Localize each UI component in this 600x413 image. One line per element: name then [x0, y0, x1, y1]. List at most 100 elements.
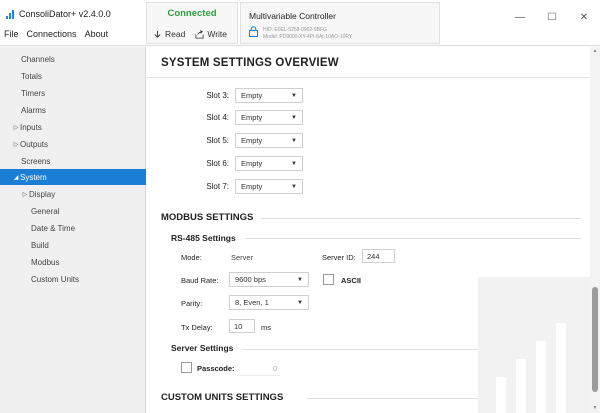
sidebar-item-label: Totals	[21, 71, 42, 81]
slot-3-select[interactable]: Empty ▼	[235, 88, 303, 103]
expand-caret-icon[interactable]: ▷	[12, 124, 20, 131]
custom-units-section-title: CUSTOM UNITS SETTINGS	[161, 392, 284, 403]
maximize-button[interactable]: ☐	[544, 12, 560, 23]
slot-value: Empty	[241, 136, 263, 145]
menu-file[interactable]: File	[4, 29, 19, 39]
sidebar-item-label: Build	[31, 240, 49, 250]
device-panel: Multivariable Controller HID: E0EL-5258-…	[240, 2, 440, 44]
modbus-section-title: MODBUS SETTINGS	[161, 212, 254, 223]
mode-label: Mode:	[181, 253, 202, 262]
chevron-down-icon: ▼	[291, 184, 297, 190]
rs485-title: RS-485 Settings	[171, 233, 236, 243]
slot-7-select[interactable]: Empty ▼	[235, 179, 303, 194]
device-hid: HID: E0EL-5258-0902-9BFG	[263, 27, 327, 33]
chevron-down-icon: ▼	[297, 277, 303, 283]
sidebar-item-outputs[interactable]: ▷ Outputs	[0, 136, 146, 152]
sidebar-item-label: Alarms	[21, 105, 46, 115]
slot-label: Slot 5:	[206, 136, 229, 145]
sidebar-item-totals[interactable]: Totals	[0, 68, 146, 84]
sidebar-item-label: System	[20, 172, 47, 182]
minimize-button[interactable]: —	[512, 12, 528, 23]
sidebar-item-build[interactable]: Build	[0, 237, 146, 253]
baud-rate-select[interactable]: 9600 bps ▼	[229, 272, 309, 287]
slot-value: Empty	[241, 113, 263, 122]
app-title-text: ConsoliDator+ v2.4.0.0	[19, 9, 111, 19]
passcode-checkbox[interactable]	[181, 362, 192, 373]
mode-value: Server	[231, 253, 254, 262]
sidebar-item-general[interactable]: General	[0, 203, 146, 219]
tx-delay-field[interactable]: 10	[229, 319, 255, 333]
sidebar-item-inputs[interactable]: ▷ Inputs	[0, 119, 146, 135]
connection-panel: Connected Read Write	[146, 2, 238, 44]
sidebar-item-label: Date & Time	[31, 223, 76, 233]
sidebar-item-custom-units[interactable]: Custom Units	[0, 271, 146, 287]
server-id-label: Server ID:	[322, 253, 356, 262]
slot-value: Empty	[241, 91, 263, 100]
device-model: Model: PD9000-XY-4PI-8AI-10AO-10RY	[263, 34, 353, 40]
expand-caret-icon[interactable]: ▷	[21, 191, 29, 198]
menu-connections[interactable]: Connections	[27, 29, 77, 39]
write-label: Write	[207, 29, 228, 39]
sidebar-item-timers[interactable]: Timers	[0, 85, 146, 101]
chevron-down-icon: ▼	[297, 300, 303, 306]
read-button[interactable]: Read	[153, 29, 185, 39]
sidebar-item-system[interactable]: ◢ System	[0, 169, 146, 185]
read-label: Read	[165, 29, 186, 39]
scroll-thumb[interactable]	[592, 287, 598, 392]
app-info: ConsoliDator+ v2.4.0.0 File Connections …	[0, 0, 145, 46]
title-divider	[147, 77, 590, 78]
sidebar-item-label: Channels	[21, 54, 55, 64]
expand-caret-icon[interactable]: ▷	[12, 141, 20, 148]
ascii-label: ASCII	[341, 276, 362, 285]
scroll-up-arrow-icon[interactable]: ▲	[590, 48, 600, 54]
sidebar-item-label: Outputs	[20, 139, 49, 149]
sidebar-item-label: General	[31, 206, 60, 216]
sidebar-item-label: Display	[29, 189, 56, 199]
chevron-down-icon: ▼	[291, 138, 297, 144]
top-bar: ConsoliDator+ v2.4.0.0 File Connections …	[0, 0, 600, 46]
sidebar-item-modbus[interactable]: Modbus	[0, 254, 146, 270]
sidebar: Channels Totals Timers Alarms ▷ Inputs ▷ O…	[0, 47, 146, 413]
sidebar-item-alarms[interactable]: Alarms	[0, 102, 146, 118]
sidebar-item-label: Inputs	[20, 122, 42, 132]
parity-label: Parity:	[181, 299, 203, 308]
upload-share-icon	[195, 29, 204, 39]
menu-about[interactable]: About	[85, 29, 109, 39]
sidebar-item-label: Modbus	[31, 257, 60, 267]
slot-5-select[interactable]: Empty ▼	[235, 133, 303, 148]
slot-label: Slot 4:	[206, 113, 229, 122]
sidebar-item-display[interactable]: ▷ Display	[0, 186, 146, 202]
collapse-caret-icon[interactable]: ◢	[12, 174, 20, 181]
server-settings-title: Server Settings	[171, 343, 234, 353]
parity-select[interactable]: 8, Even, 1 ▼	[229, 295, 309, 310]
write-button[interactable]: Write	[195, 29, 227, 39]
parity-value: 8, Even, 1	[235, 298, 269, 307]
app-title: ConsoliDator+ v2.4.0.0	[6, 9, 111, 19]
vertical-scrollbar[interactable]: ▲ ▼	[590, 47, 600, 413]
download-arrow-icon	[154, 30, 161, 38]
device-title: Multivariable Controller	[249, 11, 336, 21]
scroll-down-arrow-icon[interactable]: ▼	[590, 405, 600, 411]
chevron-down-icon: ▼	[291, 115, 297, 121]
tx-delay-label: Tx Delay:	[181, 323, 213, 332]
passcode-value: 0	[273, 364, 278, 373]
connection-status: Connected	[167, 8, 217, 19]
slot-6-select[interactable]: Empty ▼	[235, 156, 303, 171]
slot-value: Empty	[241, 182, 263, 191]
baud-rate-label: Baud Rate:	[181, 276, 219, 285]
page-title: SYSTEM SETTINGS OVERVIEW	[161, 57, 339, 69]
rs485-divider	[245, 238, 581, 239]
tx-delay-unit: ms	[261, 323, 271, 332]
close-button[interactable]: ✕	[576, 12, 592, 23]
slot-label: Slot 6:	[206, 159, 229, 168]
server-id-field[interactable]: 244	[362, 249, 395, 263]
sidebar-item-channels[interactable]: Channels	[0, 51, 146, 67]
slot-4-select[interactable]: Empty ▼	[235, 110, 303, 125]
slot-value: Empty	[241, 159, 263, 168]
passcode-label: Passcode:	[197, 364, 235, 373]
sidebar-item-screens[interactable]: Screens	[0, 153, 146, 169]
sidebar-item-label: Custom Units	[31, 274, 80, 284]
menu-bar: File Connections About	[4, 29, 108, 39]
ascii-checkbox[interactable]	[323, 274, 334, 285]
sidebar-item-date-time[interactable]: Date & Time	[0, 220, 146, 236]
